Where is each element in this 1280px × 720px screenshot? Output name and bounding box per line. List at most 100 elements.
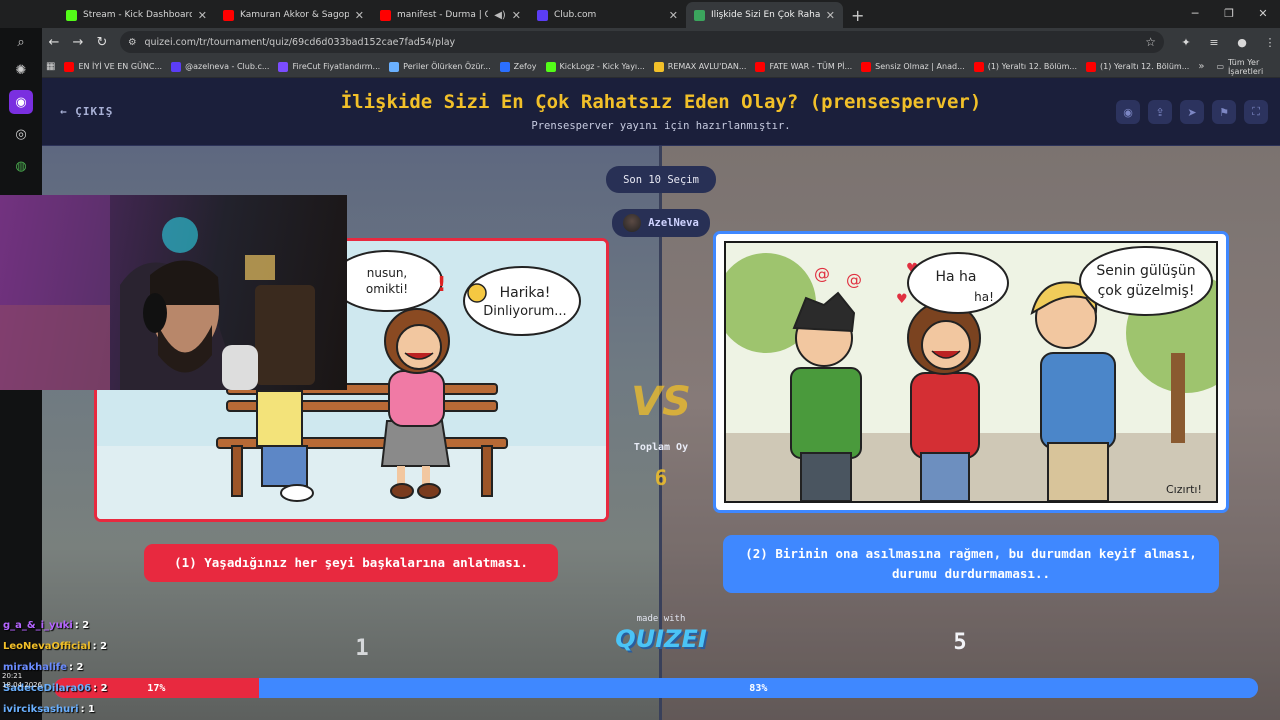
last-selections-button[interactable]: Son 10 Seçim bbox=[606, 166, 716, 193]
app-icon-active[interactable]: ◉ bbox=[9, 90, 33, 114]
eye-icon[interactable]: ◉ bbox=[1116, 100, 1140, 124]
tab-strip: Stream - Kick Dashboard ✕ Kamuran Akkor … bbox=[0, 0, 1280, 28]
close-icon[interactable]: ✕ bbox=[826, 9, 835, 22]
header-actions: ◉ ⇪ ➤ ⚑ ⛶ bbox=[1116, 100, 1268, 124]
bubble-harika: Harika! bbox=[500, 285, 551, 301]
chat-user: LeoNevaOfficial bbox=[3, 641, 91, 652]
option-right-label[interactable]: (2) Birinin ona asılmasına rağmen, bu du… bbox=[723, 535, 1219, 593]
tab-label: Club.com bbox=[554, 10, 597, 20]
park-comic-frame: ♥ ♥ ♥ @ @ Ha ha ha! Senin gülüşün çok gü… bbox=[716, 241, 1226, 503]
bookmark-label: EN İYİ VE EN GÜNC... bbox=[78, 62, 163, 71]
youtube-icon bbox=[380, 9, 391, 21]
svg-text:omikti!: omikti! bbox=[366, 282, 408, 296]
quiz-header: ← ÇIKIŞ İlişkide Sizi En Çok Rahatsız Ed… bbox=[42, 78, 1280, 146]
new-tab-button[interactable]: + bbox=[843, 2, 872, 28]
close-icon[interactable]: ✕ bbox=[512, 9, 521, 22]
remax-icon bbox=[653, 61, 664, 72]
all-bookmarks-label: Tüm Yer İşaretleri bbox=[1228, 57, 1264, 76]
forward-icon[interactable]: → bbox=[66, 35, 90, 50]
bookmark-item[interactable]: Sensiz Olmaz | Anad... bbox=[861, 61, 965, 72]
bookmark-label: (1) Yeraltı 12. Bölüm... bbox=[987, 62, 1078, 71]
tab-manifest-durma[interactable]: manifest - Durma | Official ◀) ✕ bbox=[372, 2, 529, 28]
media-icon[interactable]: ≡ bbox=[1204, 36, 1224, 49]
youtube-icon bbox=[64, 61, 75, 72]
svg-text:Ha ha: Ha ha bbox=[935, 269, 976, 285]
chat-count: : 1 bbox=[80, 704, 96, 715]
extensions-icon[interactable]: ✦ bbox=[1176, 36, 1196, 49]
reload-icon[interactable]: ↻ bbox=[90, 35, 114, 50]
vote-progress-bar: 17% 83% bbox=[54, 678, 1258, 698]
svg-text:Dinliyorum...: Dinliyorum... bbox=[483, 304, 566, 319]
bookmark-item[interactable]: REMAX AVLU'DAN... bbox=[653, 61, 747, 72]
share-icon[interactable]: ⇪ bbox=[1148, 100, 1172, 124]
apps-icon[interactable]: ▦ bbox=[46, 61, 55, 72]
menu-icon[interactable]: ⋮ bbox=[1260, 36, 1280, 49]
quizei-logo[interactable]: QUIZEI bbox=[612, 625, 710, 653]
option-left-label[interactable]: (1) Yaşadığınız her şeyi başkalarına anl… bbox=[144, 544, 558, 582]
close-icon[interactable]: ✕ bbox=[355, 9, 364, 22]
fullscreen-icon[interactable]: ⛶ bbox=[1244, 100, 1268, 124]
avatar bbox=[623, 214, 642, 232]
restore-icon[interactable]: ❐ bbox=[1212, 0, 1246, 28]
tab-quiz-active[interactable]: İlişkide Sizi En Çok Rahatsız Ede ✕ bbox=[686, 2, 843, 28]
tab-kick-dashboard[interactable]: Stream - Kick Dashboard ✕ bbox=[58, 2, 215, 28]
bookmark-item[interactable]: FireCut Fiyatlandırm... bbox=[278, 61, 380, 72]
chatgpt-icon[interactable]: ✺ bbox=[9, 58, 33, 82]
site-info-icon[interactable]: ⚙ bbox=[128, 37, 137, 48]
option-right-card[interactable]: ♥ ♥ ♥ @ @ Ha ha ha! Senin gülüşün çok gü… bbox=[713, 231, 1229, 513]
tab-club[interactable]: Club.com ✕ bbox=[529, 2, 686, 28]
bookmark-label: Sensiz Olmaz | Anad... bbox=[875, 62, 965, 71]
chat-count: : 2 bbox=[93, 683, 108, 694]
chat-user: ivirciksashuri bbox=[3, 704, 79, 715]
omnibox[interactable]: ⚙ quizei.com/tr/tournament/quiz/69cd6d03… bbox=[119, 31, 1165, 53]
clock-date: 18.04.2026 bbox=[2, 681, 43, 689]
bookmark-item[interactable]: (1) Yeraltı 12. Bölüm... bbox=[1086, 61, 1189, 72]
speaker-icon[interactable]: ◀) bbox=[494, 10, 506, 21]
bookmark-item[interactable]: FATE WAR - TÜM Pİ... bbox=[755, 61, 852, 72]
user-name: AzelNeva bbox=[648, 217, 699, 229]
close-window-icon[interactable]: ✕ bbox=[1246, 0, 1280, 28]
chat-line: ivirciksashuri: 1 bbox=[3, 704, 95, 715]
thumbs-up-icon bbox=[499, 61, 510, 72]
tab-strip-spacer bbox=[0, 0, 58, 28]
chrome-icon[interactable]: ◍ bbox=[9, 154, 33, 178]
tab-label: İlişkide Sizi En Çok Rahatsız Ede bbox=[711, 10, 820, 20]
chat-count: : 2 bbox=[74, 620, 90, 631]
bookmark-label: @azelneva - Club.c... bbox=[185, 62, 270, 71]
profile-icon[interactable]: ● bbox=[1232, 36, 1252, 49]
minimize-icon[interactable]: ─ bbox=[1178, 0, 1212, 28]
flag-icon[interactable]: ⚑ bbox=[1212, 100, 1236, 124]
youtube-icon bbox=[755, 61, 766, 72]
obs-icon[interactable]: ◎ bbox=[9, 122, 33, 146]
tab-kamuran-akkor[interactable]: Kamuran Akkor & Sagopa Kajmer ✕ bbox=[215, 2, 372, 28]
more-bookmarks-icon[interactable]: » bbox=[1198, 61, 1204, 72]
bookmark-star-icon[interactable]: ☆ bbox=[1145, 35, 1156, 49]
bookmark-item[interactable]: (1) Yeraltı 12. Bölüm... bbox=[973, 61, 1078, 72]
bookmark-label: REMAX AVLU'DAN... bbox=[667, 62, 747, 71]
page-title: İlişkide Sizi En Çok Rahatsız Eden Olay?… bbox=[340, 91, 982, 113]
kick-icon bbox=[66, 9, 77, 21]
bookmark-item[interactable]: Periler Ölürken Özür... bbox=[389, 61, 491, 72]
search-icon[interactable]: ⌕ bbox=[9, 30, 33, 54]
svg-text:Senin gülüşün: Senin gülüşün bbox=[1096, 263, 1195, 279]
bookmark-item[interactable]: KickLogz - Kick Yayı... bbox=[545, 61, 645, 72]
tab-label: Stream - Kick Dashboard bbox=[83, 10, 192, 20]
user-badge: AzelNeva bbox=[612, 209, 710, 237]
bookmark-label: Periler Ölürken Özür... bbox=[403, 62, 491, 71]
close-icon[interactable]: ✕ bbox=[669, 9, 678, 22]
park-comic-illustration: ♥ ♥ ♥ @ @ Ha ha ha! Senin gülüşün çok gü… bbox=[716, 243, 1226, 502]
webcam-overlay bbox=[0, 195, 347, 390]
right-vote-count: 5 bbox=[953, 630, 967, 655]
clock-time: 20:21 bbox=[2, 672, 23, 680]
send-icon[interactable]: ➤ bbox=[1180, 100, 1204, 124]
bookmark-item[interactable]: Zefoy bbox=[499, 61, 537, 72]
bookmark-item[interactable]: EN İYİ VE EN GÜNC... bbox=[64, 61, 163, 72]
back-icon[interactable]: ← bbox=[42, 35, 66, 50]
close-icon[interactable]: ✕ bbox=[198, 9, 207, 22]
all-bookmarks-button[interactable]: ▭ Tüm Yer İşaretleri bbox=[1216, 58, 1270, 76]
svg-text:@: @ bbox=[814, 264, 830, 283]
bookmark-item[interactable]: @azelneva - Club.c... bbox=[171, 61, 270, 72]
svg-text:nusun,: nusun, bbox=[367, 266, 408, 280]
window-controls: ─ ❐ ✕ bbox=[1178, 0, 1280, 28]
toolbar-actions: ✦ ≡ ● ⋮ bbox=[1176, 36, 1280, 49]
